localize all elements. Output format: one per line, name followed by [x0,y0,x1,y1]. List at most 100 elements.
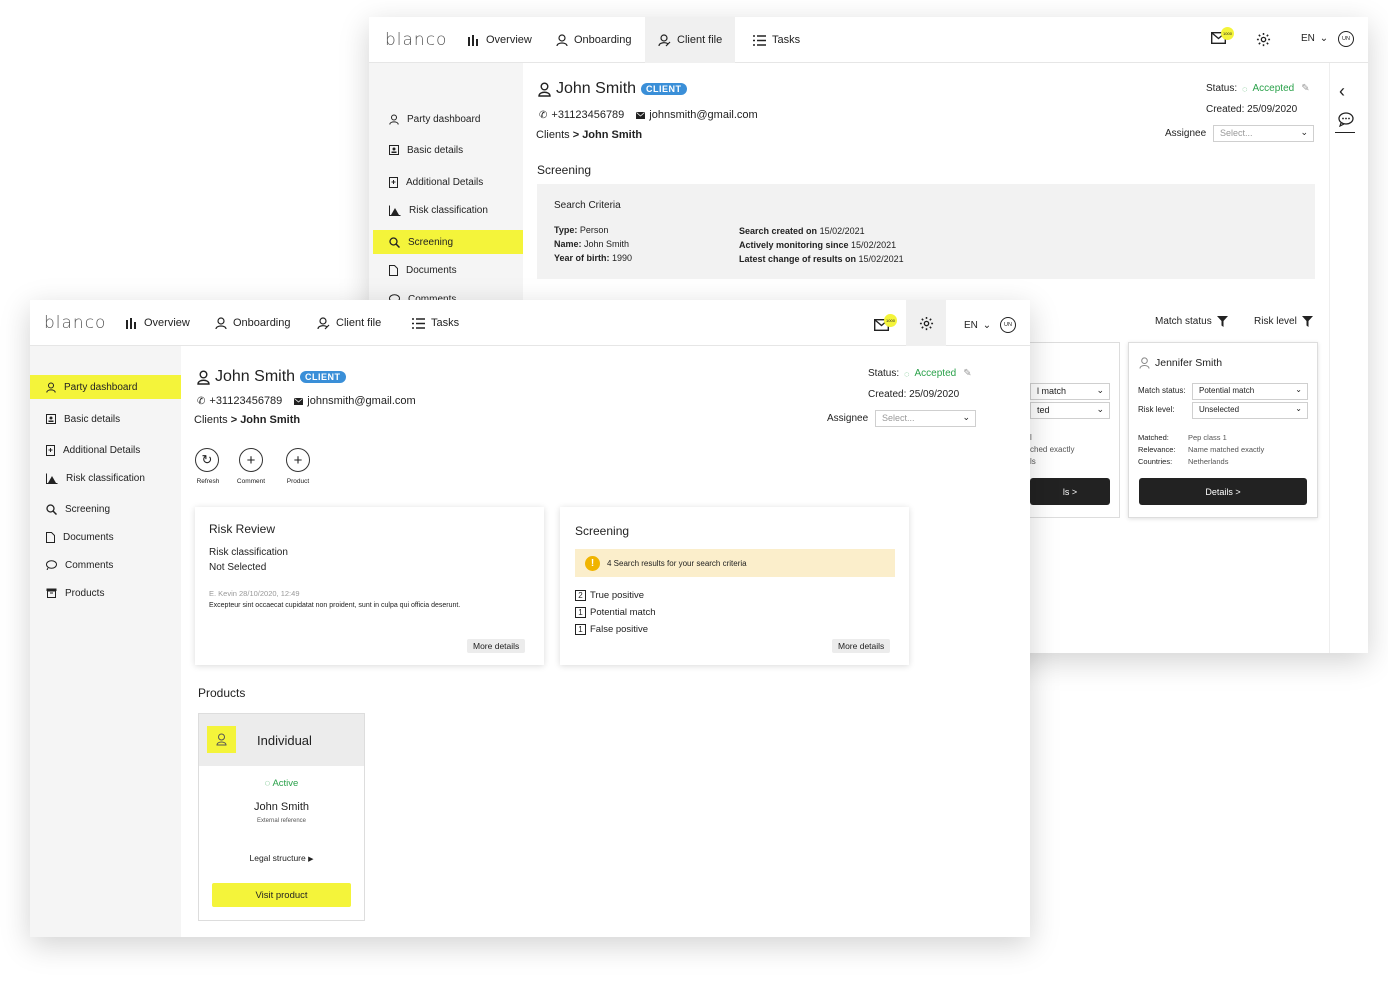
nav-tasks[interactable]: Tasks [412,300,459,346]
refresh-button[interactable]: ↻ Refresh [195,448,221,485]
sidebar-item-risk-classification[interactable]: Risk classification [369,198,523,222]
logo: blanco [44,313,107,333]
client-email[interactable]: johnsmith@gmail.com [649,109,757,121]
nav-onboarding-label: Onboarding [233,317,291,329]
client-file-icon [317,316,330,330]
more-details-button[interactable]: More details [832,639,891,653]
sidebar-item-label: Documents [63,531,114,543]
sidebar-item-documents[interactable]: Documents [369,258,523,282]
chat-icon[interactable] [1338,112,1354,127]
partial-line: ched exactly [1030,445,1075,454]
risk-level-select[interactable]: ted ⌄ [1030,402,1110,419]
mail-button[interactable]: 1000 [874,314,897,336]
details-button[interactable]: ls > [1030,478,1110,505]
sidebar-item-screening[interactable]: Screening [373,230,523,254]
edit-icon[interactable]: ✎ [963,368,971,379]
contact-row: ✆ +31123456789 johnsmith@gmail.com [197,395,416,407]
nav-client-file[interactable]: Client file [317,300,381,346]
nav-onboarding[interactable]: Onboarding [556,17,632,63]
match-status-select[interactable]: Potential match ⌄ [1192,383,1308,400]
match-status-filter[interactable]: Match status [1155,316,1228,327]
settings-button[interactable] [1256,32,1271,52]
chevron-down-icon: ⌄ [1295,385,1302,394]
nav-overview[interactable]: Overview [125,300,190,346]
created-date: Created: 25/09/2020 [1206,104,1298,115]
language-select[interactable]: EN ⌄ [964,320,991,331]
products-title: Products [198,686,246,700]
nav-onboarding-label: Onboarding [574,34,632,46]
select-value: Unselected [1199,405,1240,414]
breadcrumb-separator: > [572,129,580,141]
user-icon [389,114,399,125]
check-circle-icon: ◌ [264,778,271,789]
screening-row[interactable]: 2 True positive [575,590,644,601]
top-navigation: blanco Overview Onboarding Client file T… [30,300,1030,346]
count-box: 2 [575,590,586,601]
language-select[interactable]: EN ⌄ [1301,33,1328,44]
legal-structure-link[interactable]: Legal structure ▶ [199,853,364,863]
mail-button[interactable]: 1000 [1211,27,1234,49]
mail-badge: 1000 [884,314,897,327]
sidebar-item-party-dashboard[interactable]: Party dashboard [30,375,181,399]
sidebar-item-comments[interactable]: Comments [30,553,181,577]
breadcrumb-root[interactable]: Clients [194,414,228,426]
chat-underline [1335,132,1355,133]
product-card-title: Individual [257,733,312,748]
nav-overview[interactable]: Overview [467,17,532,63]
nav-tasks[interactable]: Tasks [753,17,800,63]
sidebar-item-products[interactable]: Products [30,581,181,605]
check-circle-icon: ◌ [904,368,910,379]
breadcrumb-root[interactable]: Clients [536,129,570,141]
user-icon [1139,357,1150,369]
edit-icon[interactable]: ✎ [1301,83,1309,94]
add-comment-button[interactable]: + Comment [237,448,265,485]
visit-product-button[interactable]: Visit product [212,883,351,907]
plus-icon: + [286,448,310,472]
sidebar-item-additional-details[interactable]: Additional Details [30,438,181,462]
risk-classification-value: Not Selected [209,562,267,573]
screening-row[interactable]: 1 Potential match [575,607,655,618]
breadcrumb-current: John Smith [582,129,643,141]
settings-button[interactable] [906,300,946,346]
partial-line: l [1030,433,1032,442]
screening-row[interactable]: 1 False positive [575,624,648,635]
gear-icon [919,316,934,331]
contact-row: ✆ +31123456789 johnsmith@gmail.com [539,109,758,121]
sidebar-item-label: Risk classification [409,204,488,216]
sidebar-item-basic-details[interactable]: Basic details [369,138,523,162]
risk-level-select[interactable]: Unselected ⌄ [1192,402,1308,419]
sidebar-item-documents[interactable]: Documents [30,525,181,549]
details-button[interactable]: Details > [1139,478,1307,505]
avatar[interactable]: UN [1000,317,1016,333]
sidebar-item-basic-details[interactable]: Basic details [30,407,181,431]
sidebar-item-party-dashboard[interactable]: Party dashboard [369,107,523,131]
more-details-button[interactable]: More details [467,639,526,653]
sidebar-item-screening[interactable]: Screening [30,497,181,521]
add-product-button[interactable]: + Product [286,448,312,485]
select-value: l match [1037,386,1067,396]
result-name-row: Jennifer Smith [1139,357,1222,369]
language-label: EN [1301,33,1315,44]
filter-icon [1301,316,1313,327]
risk-level-filter[interactable]: Risk level [1254,316,1313,327]
avatar[interactable]: UN [1338,31,1354,47]
created-value: 15/02/2021 [819,226,865,236]
sidebar-item-label: Additional Details [63,444,141,456]
risk-level-label: Risk level [1254,316,1297,327]
risk-review-title: Risk Review [209,522,276,536]
match-status-select[interactable]: l match ⌄ [1030,383,1110,400]
nav-onboarding[interactable]: Onboarding [215,300,291,346]
screening-alert: ! 4 Search results for your search crite… [575,549,895,577]
client-email[interactable]: johnsmith@gmail.com [307,395,415,407]
nav-client-file[interactable]: Client file [645,17,735,63]
collapse-icon[interactable]: ‹ [1339,81,1345,102]
phone-icon: ✆ [539,109,548,121]
assignee-select[interactable]: Select... ⌄ [875,410,976,427]
assignee-label: Assignee [827,413,869,424]
nav-client-file-label: Client file [336,317,382,329]
sidebar-item-risk-classification[interactable]: Risk classification [30,466,181,490]
chevron-down-icon: ⌄ [1300,127,1308,137]
refresh-icon: ↻ [195,448,219,472]
sidebar-item-additional-details[interactable]: Additional Details [369,170,523,194]
assignee-select[interactable]: Select... ⌄ [1213,125,1314,142]
